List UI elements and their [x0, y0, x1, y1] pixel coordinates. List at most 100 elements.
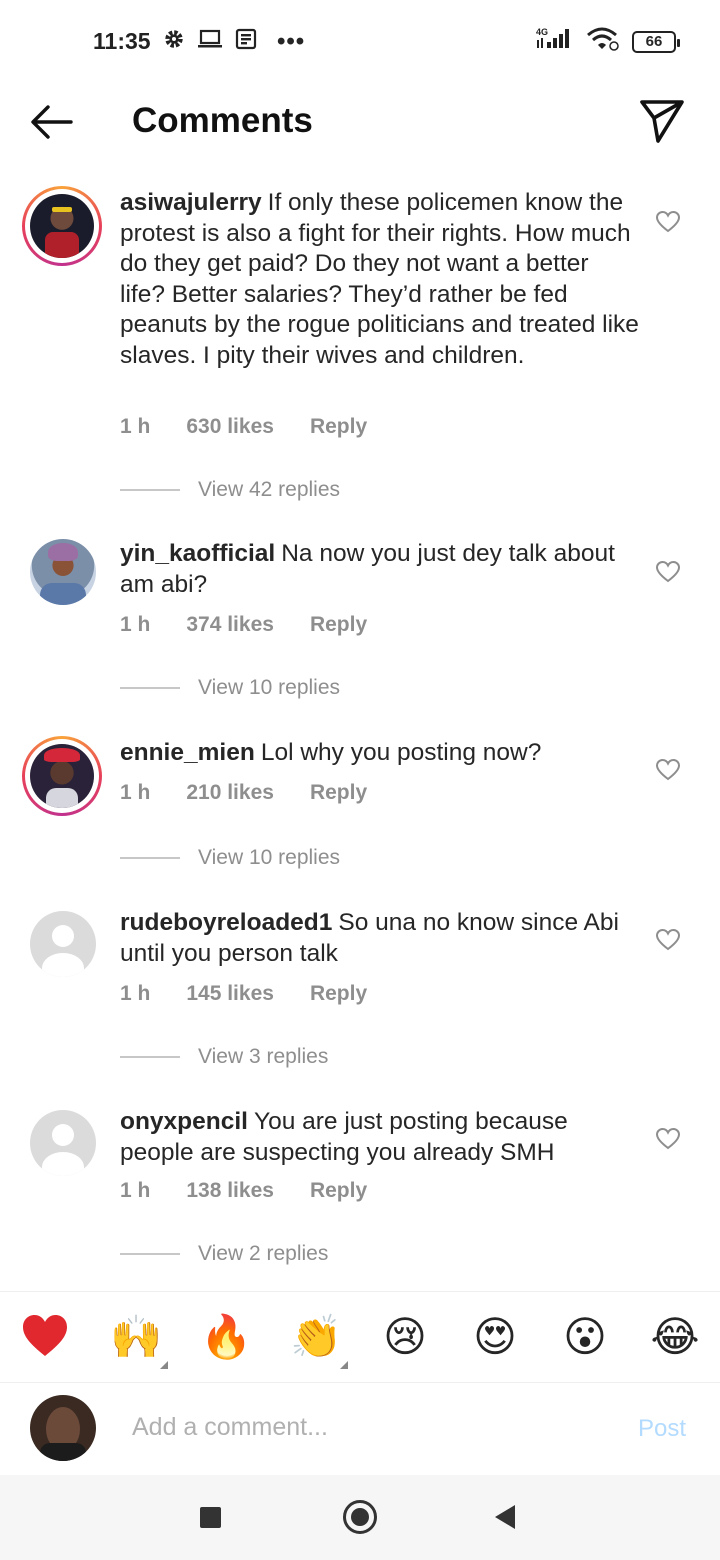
- laptop-icon: [197, 28, 223, 55]
- reply-button[interactable]: Reply: [310, 982, 367, 1006]
- comment-time: 1 h: [120, 1179, 151, 1202]
- divider: [120, 687, 180, 689]
- clapping-hands-emoji[interactable]: 👏: [290, 1312, 342, 1362]
- status-bar: 11:35 ••• 4G 66: [0, 0, 720, 84]
- comment-time: 1 h: [120, 415, 151, 438]
- avatar[interactable]: [22, 736, 102, 816]
- comment-content: asiwajulerry If only these policemen know…: [120, 188, 640, 372]
- skin-tone-indicator: [160, 1361, 168, 1369]
- back-button[interactable]: [28, 102, 74, 142]
- battery-icon: 66: [632, 30, 680, 53]
- default-avatar-icon: [30, 911, 96, 977]
- comment-meta: 1 h 374 likes Reply: [120, 613, 367, 637]
- comment-username[interactable]: ennie_mien: [120, 739, 255, 766]
- avatar[interactable]: [22, 1110, 102, 1190]
- comment-item: rudeboyreloaded1 So una no know since Abi…: [0, 903, 720, 1073]
- comment-username[interactable]: yin_kaofficial: [120, 540, 275, 567]
- comment-likes[interactable]: 145 likes: [186, 982, 274, 1006]
- reply-button[interactable]: Reply: [310, 613, 367, 637]
- comment-composer: Post: [0, 1383, 720, 1475]
- comment-meta: 1 h 210 likes Reply: [120, 781, 367, 805]
- view-replies-label: View 2 replies: [198, 1242, 329, 1265]
- status-time: 11:35: [93, 28, 151, 54]
- view-replies-button[interactable]: View 3 replies: [120, 1045, 328, 1069]
- status-right-icons: 4G 66: [534, 26, 680, 57]
- comment-input[interactable]: [132, 1413, 612, 1442]
- emoji-bar: 🙌 🔥 👏 😢 😍 😮 😂: [0, 1291, 720, 1383]
- note-icon: [235, 28, 257, 55]
- divider: [120, 1056, 180, 1058]
- arrow-left-icon: [31, 105, 73, 139]
- heart-icon: [655, 758, 681, 781]
- gear-icon: [163, 28, 185, 55]
- comment-username[interactable]: onyxpencil: [120, 1108, 248, 1135]
- system-nav-bar: [0, 1475, 720, 1560]
- comment-item: asiwajulerry If only these policemen know…: [0, 183, 720, 503]
- send-icon: [640, 100, 684, 143]
- view-replies-button[interactable]: View 10 replies: [120, 846, 340, 870]
- heart-eyes-emoji[interactable]: 😍: [470, 1312, 520, 1362]
- comment-likes[interactable]: 374 likes: [186, 613, 274, 637]
- like-button[interactable]: [655, 560, 681, 584]
- surprised-face-emoji[interactable]: 😮: [560, 1312, 610, 1362]
- page-title: Comments: [132, 101, 313, 140]
- heart-icon: [655, 928, 681, 951]
- home-button[interactable]: [343, 1500, 377, 1534]
- like-button[interactable]: [655, 758, 681, 782]
- network-label: 4G: [536, 27, 548, 37]
- view-replies-label: View 10 replies: [198, 846, 341, 869]
- red-heart-emoji[interactable]: [20, 1312, 70, 1362]
- reply-button[interactable]: Reply: [310, 415, 367, 439]
- like-button[interactable]: [655, 928, 681, 952]
- reply-button[interactable]: Reply: [310, 1179, 367, 1203]
- avatar[interactable]: [22, 911, 102, 991]
- comment-content: ennie_mien Lol why you posting now?: [120, 738, 640, 769]
- like-button[interactable]: [655, 1127, 681, 1151]
- divider: [120, 857, 180, 859]
- current-user-avatar: [30, 1395, 96, 1461]
- like-button[interactable]: [655, 210, 681, 234]
- view-replies-label: View 42 replies: [198, 478, 341, 501]
- comment-likes[interactable]: 138 likes: [186, 1179, 274, 1203]
- comment-meta: 1 h 630 likes Reply: [120, 415, 367, 439]
- comment-username[interactable]: rudeboyreloaded1: [120, 909, 332, 936]
- comment-item: ennie_mien Lol why you posting now? 1 h 2…: [0, 733, 720, 873]
- comment-likes[interactable]: 630 likes: [186, 415, 274, 439]
- divider: [120, 489, 180, 491]
- avatar[interactable]: [22, 539, 102, 619]
- view-replies-button[interactable]: View 42 replies: [120, 478, 340, 502]
- fire-emoji[interactable]: 🔥: [200, 1312, 252, 1362]
- reply-button[interactable]: Reply: [310, 781, 367, 805]
- more-dots-icon: •••: [277, 27, 306, 55]
- comment-item: yin_kaofficial Na now you just dey talk a…: [0, 534, 720, 704]
- view-replies-label: View 3 replies: [198, 1045, 329, 1068]
- raising-hands-emoji[interactable]: 🙌: [110, 1312, 162, 1362]
- comment-content: rudeboyreloaded1 So una no know since Abi…: [120, 908, 640, 969]
- share-button[interactable]: [638, 96, 686, 144]
- comment-likes[interactable]: 210 likes: [186, 781, 274, 805]
- crying-face-emoji[interactable]: 😢: [380, 1312, 430, 1362]
- comments-list[interactable]: asiwajulerry If only these policemen know…: [0, 180, 720, 1290]
- post-button[interactable]: Post: [638, 1415, 686, 1443]
- view-replies-label: View 10 replies: [198, 676, 341, 699]
- tears-of-joy-emoji[interactable]: 😂: [650, 1312, 700, 1362]
- avatar[interactable]: [22, 186, 102, 266]
- recents-button[interactable]: [200, 1507, 221, 1528]
- comment-content: onyxpencil You are just posting because p…: [120, 1107, 640, 1168]
- divider: [120, 1253, 180, 1255]
- status-left-icons: •••: [163, 28, 305, 55]
- comment-username[interactable]: asiwajulerry: [120, 189, 262, 216]
- comment-time: 1 h: [120, 781, 151, 804]
- signal-icon: 4G: [534, 26, 574, 57]
- view-replies-button[interactable]: View 2 replies: [120, 1242, 328, 1266]
- comment-meta: 1 h 145 likes Reply: [120, 982, 367, 1006]
- heart-icon: [655, 1127, 681, 1150]
- comment-time: 1 h: [120, 982, 151, 1005]
- wifi-icon: [586, 26, 620, 57]
- view-replies-button[interactable]: View 10 replies: [120, 676, 340, 700]
- comment-content: yin_kaofficial Na now you just dey talk a…: [120, 539, 640, 600]
- heart-icon: [655, 210, 681, 233]
- system-back-button[interactable]: [495, 1505, 515, 1529]
- comment-text: Lol why you posting now?: [260, 739, 542, 766]
- comment-item: onyxpencil You are just posting because p…: [0, 1102, 720, 1272]
